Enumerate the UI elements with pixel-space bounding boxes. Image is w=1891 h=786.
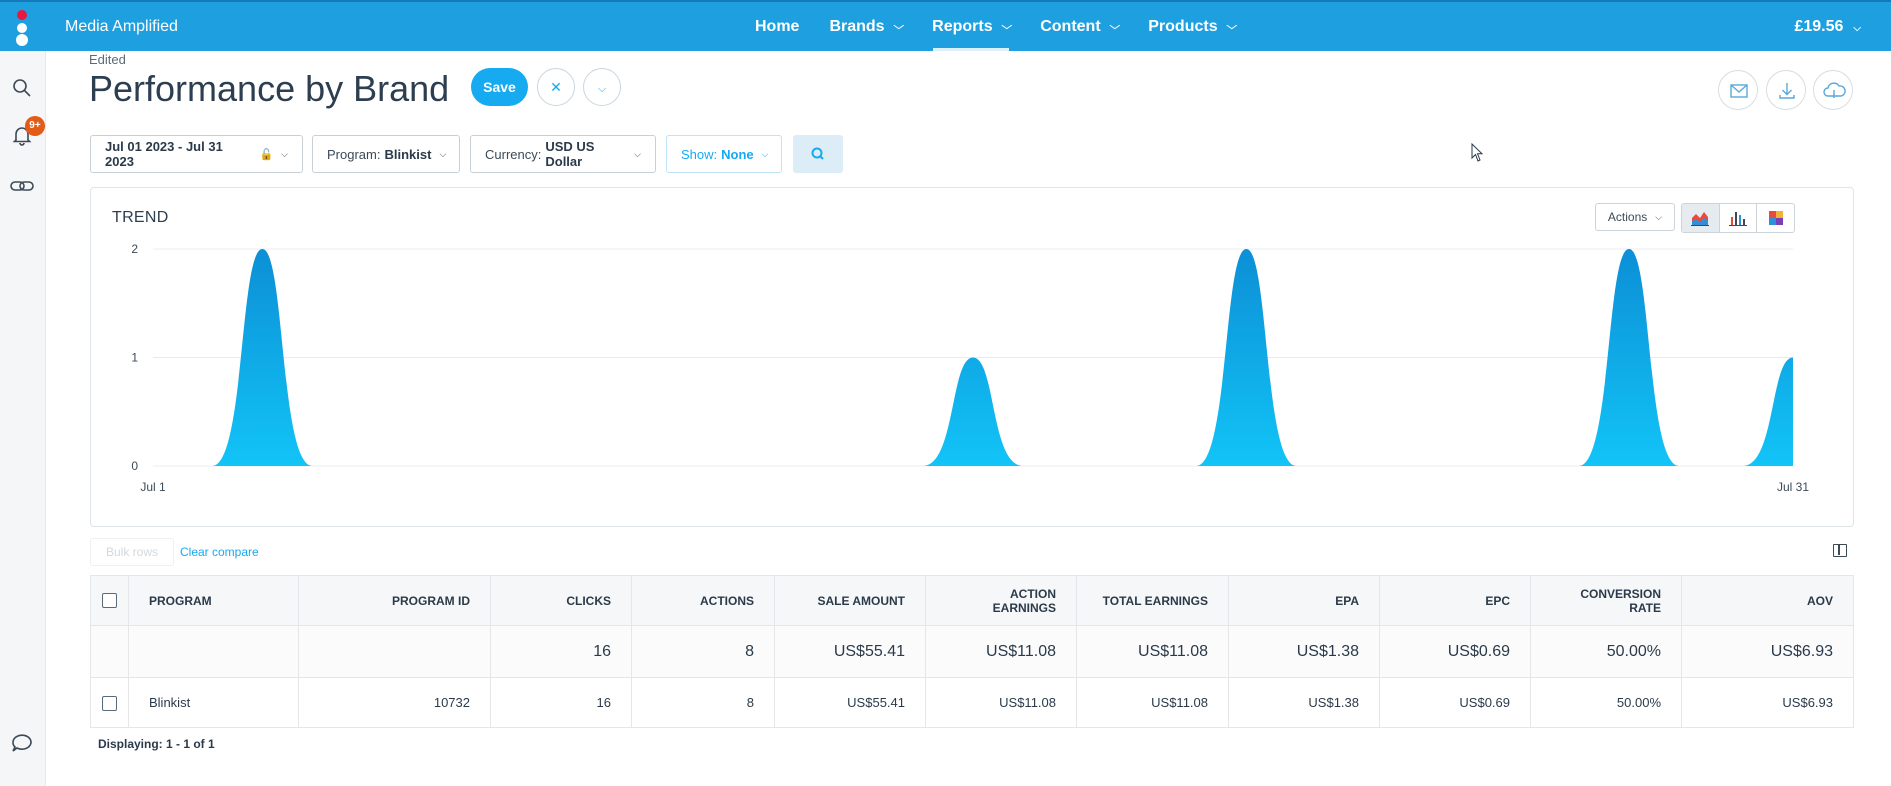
select-all-checkbox[interactable] <box>102 593 117 609</box>
nav-content[interactable]: Content ⌵ <box>1025 2 1133 51</box>
balance-dropdown[interactable]: £19.56 ⌵ <box>1794 18 1861 36</box>
chevron-down-icon: ⌵ <box>1109 21 1120 32</box>
select-all-cell <box>90 575 129 626</box>
report-table: PROGRAM PROGRAM ID CLICKS ACTIONS SALE A… <box>90 575 1854 728</box>
close-icon: ✕ <box>550 79 562 95</box>
total-conversion-rate: 50.00% <box>1530 625 1682 678</box>
chevron-down-icon: ⌵ <box>1001 21 1012 32</box>
chevron-down-icon: ⌵ <box>1853 23 1861 34</box>
total-epa: US$1.38 <box>1228 625 1380 678</box>
row-checkbox[interactable] <box>102 695 117 711</box>
total-aov: US$6.93 <box>1681 625 1854 678</box>
y-tick-label: 2 <box>131 242 138 256</box>
chevron-down-icon: ⌵ <box>1226 21 1237 32</box>
col-epc[interactable]: EPC <box>1379 575 1531 626</box>
cloud-icon <box>1823 82 1846 98</box>
cell-clicks: 16 <box>490 677 632 728</box>
col-epa[interactable]: EPA <box>1228 575 1380 626</box>
bulk-rows-button: Bulk rows <box>90 538 174 566</box>
chevron-down-icon: ⌵ <box>634 148 641 159</box>
cell-total-earnings: US$11.08 <box>1076 677 1229 728</box>
cell-actions-link[interactable]: 8 <box>631 677 775 728</box>
nav-reports[interactable]: Reports ⌵ <box>917 2 1025 51</box>
cell-program-id: 10732 <box>298 677 491 728</box>
logo[interactable] <box>10 10 32 46</box>
more-options-button[interactable]: ⌵ <box>583 68 621 106</box>
cell-aov: US$6.93 <box>1681 677 1854 728</box>
total-actions: 8 <box>631 625 775 678</box>
pagination-summary: Displaying: 1 - 1 of 1 <box>98 737 215 751</box>
col-conversion-rate[interactable]: CONVERSION RATE <box>1530 575 1682 626</box>
total-epc: US$0.69 <box>1379 625 1531 678</box>
cell-sale-amount: US$55.41 <box>774 677 926 728</box>
col-aov[interactable]: AOV <box>1681 575 1854 626</box>
col-total-earnings[interactable]: TOTAL EARNINGS <box>1076 575 1229 626</box>
total-sale-amount: US$55.41 <box>774 625 926 678</box>
chat-icon[interactable] <box>10 731 34 755</box>
currency-filter[interactable]: Currency: USD US Dollar ⌵ <box>470 135 656 173</box>
chevron-down-icon: ⌵ <box>597 83 607 95</box>
cell-program: Blinkist <box>128 677 299 728</box>
search-icon[interactable] <box>10 76 34 100</box>
chevron-down-icon: ⌵ <box>281 148 288 159</box>
nav-home[interactable]: Home <box>740 2 814 51</box>
clear-compare-link[interactable]: Clear compare <box>180 545 259 559</box>
chevron-down-icon: ⌵ <box>761 148 769 159</box>
table-header-row: PROGRAM PROGRAM ID CLICKS ACTIONS SALE A… <box>90 575 1854 626</box>
left-sidebar <box>0 51 46 786</box>
totals-row: 16 8 US$55.41 US$11.08 US$11.08 US$1.38 … <box>90 625 1854 678</box>
program-filter[interactable]: Program: Blinkist ⌵ <box>312 135 460 173</box>
search-icon <box>811 147 824 160</box>
link-icon[interactable] <box>10 174 34 198</box>
discard-button[interactable]: ✕ <box>537 68 575 106</box>
nav-brands[interactable]: Brands ⌵ <box>814 2 917 51</box>
cloud-export-button[interactable] <box>1813 70 1853 110</box>
chevron-down-icon: ⌵ <box>439 148 447 159</box>
lock-icon: 🔓 <box>259 148 274 161</box>
cell-action-earnings: US$11.08 <box>925 677 1077 728</box>
email-report-button[interactable] <box>1718 70 1758 110</box>
col-program-id[interactable]: PROGRAM ID <box>298 575 491 626</box>
trend-card: TREND Actions ⌵ 0 1 2 Jul 1 Jul 31 <box>90 187 1854 527</box>
download-icon <box>1779 83 1795 99</box>
x-tick-label: Jul 31 <box>1777 480 1809 494</box>
col-program[interactable]: PROGRAM <box>128 575 299 626</box>
main-nav: Home Brands ⌵ Reports ⌵ Content ⌵ Products ⌵ <box>740 2 1250 51</box>
total-total-earnings: US$11.08 <box>1076 625 1229 678</box>
col-action-earnings[interactable]: ACTION EARNINGS <box>925 575 1077 626</box>
cell-conversion-rate: 50.00% <box>1530 677 1682 728</box>
mouse-cursor-icon <box>1471 143 1484 162</box>
apply-search-button[interactable] <box>793 135 843 173</box>
trend-chart: 0 1 2 Jul 1 Jul 31 <box>131 242 1809 494</box>
x-tick-label: Jul 1 <box>140 480 166 494</box>
total-action-earnings: US$11.08 <box>925 625 1077 678</box>
chevron-down-icon: ⌵ <box>893 21 904 32</box>
cell-epc: US$0.69 <box>1379 677 1531 728</box>
columns-icon[interactable] <box>1833 544 1847 557</box>
total-clicks: 16 <box>490 625 632 678</box>
save-button[interactable]: Save <box>471 68 528 106</box>
col-sale-amount[interactable]: SALE AMOUNT <box>774 575 926 626</box>
notification-badge: 9+ <box>25 116 45 136</box>
top-navbar: Media Amplified Home Brands ⌵ Reports ⌵ Co… <box>0 0 1891 51</box>
cell-epa: US$1.38 <box>1228 677 1380 728</box>
table-row: Blinkist 10732 16 8 US$55.41 US$11.08 US… <box>90 677 1854 728</box>
y-tick-label: 1 <box>131 351 138 365</box>
edited-status: Edited <box>89 52 126 67</box>
show-filter[interactable]: Show: None ⌵ <box>666 135 782 173</box>
col-actions[interactable]: ACTIONS <box>631 575 775 626</box>
mail-icon <box>1730 84 1748 98</box>
download-button[interactable] <box>1766 70 1806 110</box>
date-range-picker[interactable]: Jul 01 2023 - Jul 31 2023 🔓 ⌵ <box>90 135 303 173</box>
account-name[interactable]: Media Amplified <box>65 18 178 36</box>
page-title: Performance by Brand <box>89 68 450 109</box>
nav-products[interactable]: Products ⌵ <box>1133 2 1250 51</box>
y-tick-label: 0 <box>131 459 138 473</box>
col-clicks[interactable]: CLICKS <box>490 575 632 626</box>
